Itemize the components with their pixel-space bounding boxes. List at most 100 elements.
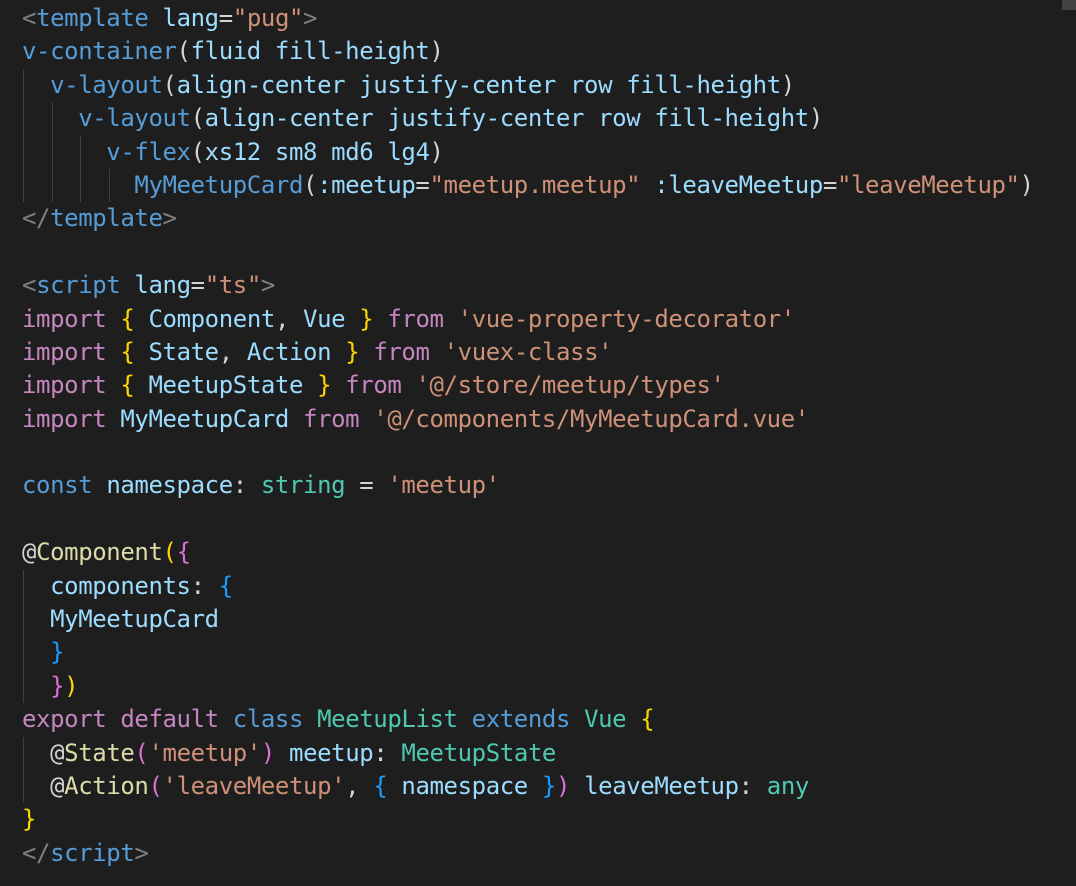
scrollbar-thumb[interactable] bbox=[1062, 0, 1076, 10]
code-token: ) bbox=[429, 37, 444, 66]
code-token: sm8 bbox=[274, 137, 318, 166]
code-line[interactable]: </template> bbox=[0, 202, 1060, 235]
code-token: , bbox=[218, 337, 247, 366]
code-token: meetup bbox=[289, 738, 374, 767]
code-token: < bbox=[22, 271, 37, 300]
code-token: 'leaveMeetup' bbox=[162, 771, 346, 800]
code-line[interactable] bbox=[0, 436, 1060, 469]
code-line[interactable]: @Action('leaveMeetup', { namespace }) le… bbox=[0, 769, 1060, 804]
code-token: </ bbox=[22, 838, 51, 867]
code-token: MeetupList bbox=[317, 705, 458, 734]
code-token: @ bbox=[50, 771, 65, 800]
code-token: md6 bbox=[331, 137, 374, 166]
code-token: string bbox=[260, 471, 346, 500]
code-token: v-layout bbox=[78, 104, 191, 133]
code-token: "pug" bbox=[232, 4, 304, 32]
code-line[interactable]: @State('meetup') meetup: MeetupState bbox=[0, 736, 1060, 770]
code-token: < bbox=[22, 4, 37, 32]
code-token: from bbox=[387, 304, 444, 333]
code-line[interactable]: import { Component, Vue } from 'vue-prop… bbox=[0, 303, 1060, 336]
code-token: { bbox=[120, 337, 135, 366]
code-token: : bbox=[190, 571, 219, 600]
code-line[interactable]: v-flex(xs12 sm8 md6 lg4) bbox=[0, 135, 1060, 169]
code-content[interactable]: <template lang="pug"> v-container(fluid f… bbox=[0, 2, 1060, 870]
code-token: ) bbox=[64, 671, 79, 700]
code-token: fill-height bbox=[274, 37, 430, 66]
code-token: '@/components/MyMeetupCard.vue' bbox=[373, 404, 809, 433]
indent-guide bbox=[23, 736, 24, 770]
code-line[interactable]: <script lang="ts"> bbox=[0, 269, 1060, 302]
code-token: > bbox=[162, 204, 177, 233]
code-token: ) bbox=[429, 137, 444, 166]
code-line[interactable]: v-container(fluid fill-height) bbox=[0, 35, 1060, 68]
code-token: { bbox=[120, 304, 135, 333]
code-line[interactable] bbox=[0, 503, 1060, 536]
code-token: } bbox=[345, 337, 360, 366]
code-token: { bbox=[640, 705, 655, 734]
code-line[interactable]: v-layout(align-center justify-center row… bbox=[0, 102, 1060, 136]
indent-guide bbox=[23, 603, 24, 637]
code-token: : bbox=[232, 471, 261, 500]
code-editor[interactable]: <template lang="pug"> v-container(fluid f… bbox=[0, 0, 1076, 886]
code-line[interactable]: MyMeetupCard(:meetup="meetup.meetup" :le… bbox=[0, 168, 1060, 203]
code-token: State bbox=[64, 738, 135, 767]
code-token: script bbox=[36, 271, 121, 300]
code-token: = bbox=[415, 170, 430, 199]
code-token: export bbox=[22, 705, 107, 734]
code-line[interactable]: } bbox=[0, 636, 1060, 670]
code-line[interactable]: } bbox=[0, 803, 1060, 836]
code-token: script bbox=[50, 838, 135, 867]
code-token: ( bbox=[134, 738, 149, 767]
code-line[interactable] bbox=[0, 236, 1060, 269]
code-token: </ bbox=[22, 204, 51, 233]
indent-guide bbox=[80, 135, 82, 169]
indentation bbox=[22, 739, 50, 767]
code-line[interactable]: <template lang="pug"> bbox=[0, 2, 1060, 35]
code-token: lang bbox=[134, 271, 191, 300]
code-token: = bbox=[822, 170, 837, 199]
vertical-scrollbar[interactable] bbox=[1062, 0, 1076, 886]
code-token: row bbox=[598, 104, 641, 133]
code-line[interactable]: @Component({ bbox=[0, 536, 1060, 569]
code-token: "meetup.meetup" bbox=[429, 170, 641, 199]
code-line[interactable]: import { MeetupState } from '@/store/mee… bbox=[0, 369, 1060, 402]
code-token: import bbox=[22, 404, 107, 433]
indent-guide bbox=[23, 68, 24, 103]
code-token: class bbox=[232, 705, 304, 734]
code-token: ( bbox=[162, 70, 177, 99]
code-token: ) bbox=[1019, 170, 1034, 199]
code-token: Vue bbox=[584, 705, 627, 734]
code-line[interactable]: const namespace: string = 'meetup' bbox=[0, 469, 1060, 502]
code-token: ( bbox=[176, 37, 191, 66]
code-line[interactable]: export default class MeetupList extends … bbox=[0, 703, 1060, 736]
indentation bbox=[22, 138, 106, 166]
code-line[interactable]: v-layout(align-center justify-center row… bbox=[0, 68, 1060, 103]
code-line[interactable]: }) bbox=[0, 669, 1060, 704]
code-token: = bbox=[345, 471, 388, 500]
indentation bbox=[22, 605, 50, 633]
indent-guide bbox=[23, 636, 24, 670]
code-token: Component bbox=[36, 538, 163, 567]
code-line[interactable]: MyMeetupCard bbox=[0, 603, 1060, 637]
code-token: } bbox=[22, 805, 37, 834]
code-line[interactable]: import { State, Action } from 'vuex-clas… bbox=[0, 336, 1060, 369]
code-line[interactable]: </script> bbox=[0, 837, 1060, 870]
code-line[interactable]: import MyMeetupCard from '@/components/M… bbox=[0, 403, 1060, 436]
code-token: "leaveMeetup" bbox=[836, 170, 1020, 199]
code-line[interactable]: components: { bbox=[0, 569, 1060, 604]
code-token: import bbox=[22, 304, 107, 333]
code-token: : bbox=[373, 738, 402, 767]
code-token: = bbox=[190, 271, 205, 300]
code-token: MyMeetupCard bbox=[134, 170, 303, 199]
